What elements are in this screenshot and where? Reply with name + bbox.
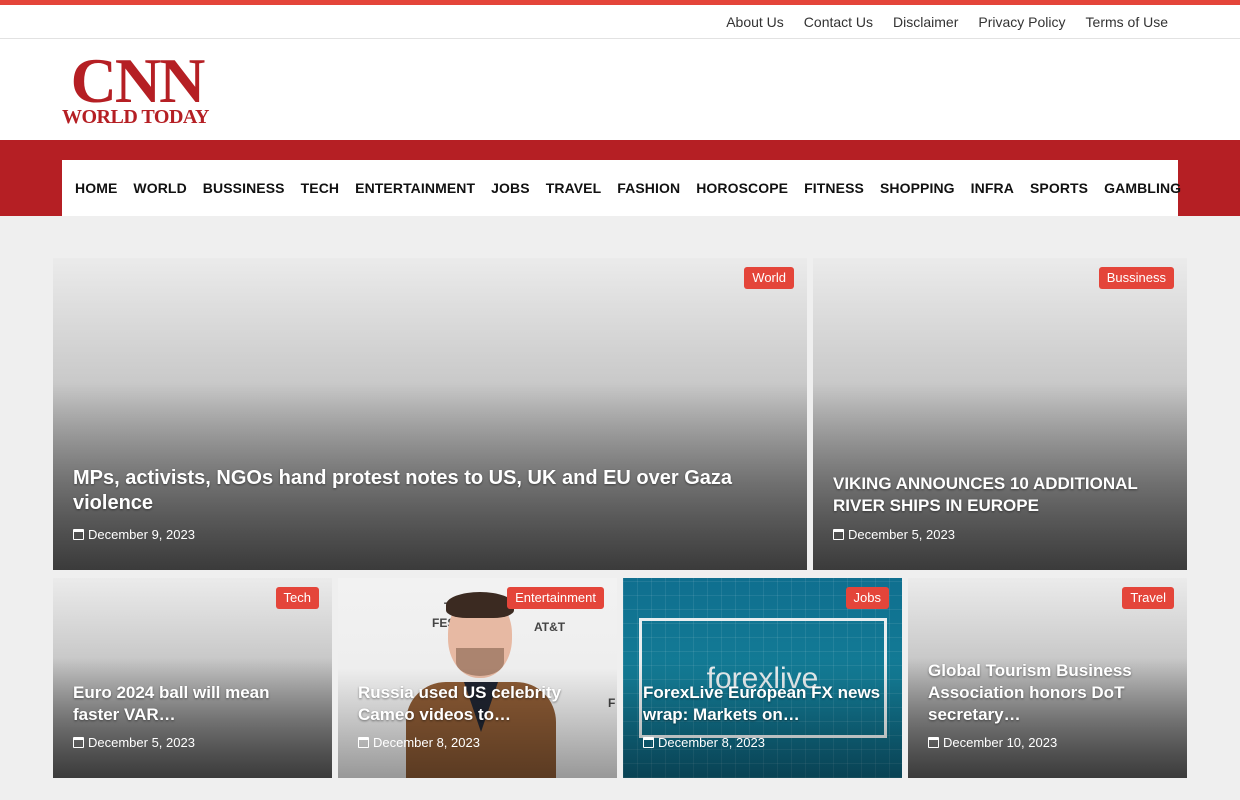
card-date: December 8, 2023 [643,735,765,750]
site-logo[interactable]: CNN WORLD TODAY [62,45,214,128]
category-badge[interactable]: Bussiness [1098,267,1174,289]
nav-fitness[interactable]: FITNESS [804,180,864,196]
top-link-terms[interactable]: Terms of Use [1086,14,1168,30]
category-badge[interactable]: Entertainment [507,587,604,609]
featured-card-world[interactable]: World MPs, activists, NGOs hand protest … [53,258,807,570]
calendar-icon [73,529,84,540]
top-links: About Us Contact Us Disclaimer Privacy P… [726,5,1168,38]
top-link-disclaimer[interactable]: Disclaimer [893,14,958,30]
date-text: December 5, 2023 [848,527,955,542]
card-date: December 5, 2023 [73,735,195,750]
category-badge[interactable]: World [744,267,794,289]
nav-infra[interactable]: INFRA [971,180,1014,196]
nav-jobs[interactable]: JOBS [491,180,530,196]
date-text: December 5, 2023 [88,735,195,750]
date-text: December 8, 2023 [373,735,480,750]
date-text: December 10, 2023 [943,735,1058,750]
nav-shopping[interactable]: SHOPPING [880,180,955,196]
nav-home[interactable]: HOME [75,180,117,196]
top-link-about[interactable]: About Us [726,14,784,30]
card-title[interactable]: Russia used US celebrity Cameo videos to… [358,682,597,726]
logo-sub-text: WORLD TODAY [62,106,209,128]
card-date: December 5, 2023 [833,527,955,542]
photo-hair [446,592,514,618]
nav-sports[interactable]: SPORTS [1030,180,1088,196]
grid-card-jobs[interactable]: forexlive Jobs ForexLive European FX new… [623,578,902,778]
category-badge[interactable]: Travel [1122,587,1174,609]
top-link-contact[interactable]: Contact Us [804,14,873,30]
nav-gambling[interactable]: GAMBLING [1104,180,1181,196]
featured-card-bussiness[interactable]: Bussiness VIKING ANNOUNCES 10 ADDITIONAL… [813,258,1187,570]
calendar-icon [928,737,939,748]
category-badge[interactable]: Tech [275,587,319,609]
card-title[interactable]: VIKING ANNOUNCES 10 ADDITIONAL RIVER SHI… [833,473,1167,517]
date-text: December 8, 2023 [658,735,765,750]
grid-card-tech[interactable]: Tech Euro 2024 ball will mean faster VAR… [53,578,332,778]
category-badge[interactable]: Jobs [845,587,889,609]
top-bar: About Us Contact Us Disclaimer Privacy P… [0,5,1240,39]
card-date: December 9, 2023 [73,527,195,542]
logo-main-text: CNN [70,45,206,116]
card-title[interactable]: MPs, activists, NGOs hand protest notes … [73,466,787,516]
nav-entertainment[interactable]: ENTERTAINMENT [355,180,475,196]
nav-horoscope[interactable]: HOROSCOPE [696,180,788,196]
nav-bussiness[interactable]: BUSSINESS [203,180,285,196]
grid-card-travel[interactable]: Travel Global Tourism Business Associati… [908,578,1187,778]
card-title[interactable]: Euro 2024 ball will mean faster VAR… [73,682,312,726]
calendar-icon [73,737,84,748]
card-date: December 10, 2023 [928,735,1057,750]
top-link-privacy[interactable]: Privacy Policy [978,14,1065,30]
card-title[interactable]: Global Tourism Business Association hono… [928,660,1167,726]
nav-tech[interactable]: TECH [301,180,340,196]
calendar-icon [833,529,844,540]
main-nav-band: HOME WORLD BUSSINESS TECH ENTERTAINMENT … [0,140,1240,216]
date-text: December 9, 2023 [88,527,195,542]
nav-world[interactable]: WORLD [133,180,186,196]
main-nav: HOME WORLD BUSSINESS TECH ENTERTAINMENT … [62,160,1181,216]
calendar-icon [643,737,654,748]
grid-card-entertainment[interactable]: T FES AT&T F Entertainment Russia used U… [338,578,617,778]
nav-fashion[interactable]: FASHION [617,180,680,196]
card-title[interactable]: ForexLive European FX news wrap: Markets… [643,682,882,726]
site-header: CNN WORLD TODAY [0,39,1240,140]
nav-travel[interactable]: TRAVEL [546,180,602,196]
card-date: December 8, 2023 [358,735,480,750]
calendar-icon [358,737,369,748]
